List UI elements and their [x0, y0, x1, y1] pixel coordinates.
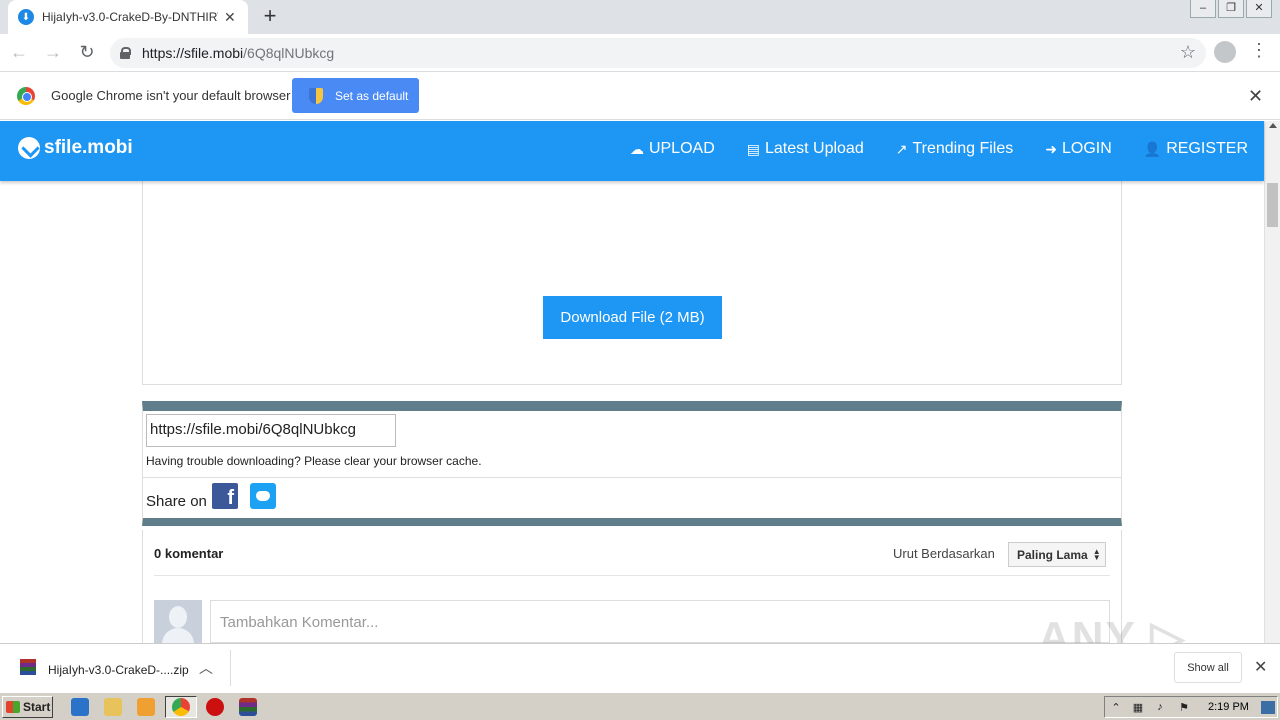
nav-trending-files[interactable]: ↗ Trending Files	[896, 140, 1014, 158]
nav-latest-upload-label: Latest Upload	[764, 140, 864, 157]
sort-label: Urut Berdasarkan	[893, 546, 995, 561]
panel-divider	[143, 477, 1121, 478]
set-as-default-label: Set as default	[335, 88, 409, 103]
line-chart-icon: ↗	[895, 140, 908, 157]
commenter-avatar	[154, 600, 202, 643]
nav-register[interactable]: 👤 REGISTER	[1144, 140, 1248, 158]
chevron-up-icon[interactable]: ︿	[199, 658, 213, 678]
browser-tab[interactable]: ⬇ HijaIyh-v3.0-CrakeD-By-DNTHIRTEE ✕	[8, 0, 248, 34]
set-as-default-button[interactable]: Set as default	[292, 78, 419, 113]
infobar-message: Google Chrome isn't your default browser	[51, 88, 291, 103]
trouble-text: Having trouble downloading? Please clear…	[146, 454, 482, 468]
restore-button[interactable]: ❐	[1218, 0, 1244, 18]
twitter-icon[interactable]	[250, 483, 276, 509]
media-player-icon[interactable]	[137, 698, 155, 716]
tab-strip: ⬇ HijaIyh-v3.0-CrakeD-By-DNTHIRTEE ✕ + –…	[0, 0, 1280, 34]
windows-logo-icon	[6, 701, 20, 713]
site-navbar: sfile.mobi ☁ UPLOAD ▤ Latest Upload ↗ Tr…	[0, 121, 1264, 181]
internet-explorer-icon[interactable]	[71, 698, 89, 716]
chrome-logo-icon	[17, 87, 35, 105]
download-favicon-icon: ⬇	[18, 9, 34, 25]
forward-arrow-icon[interactable]: →	[38, 38, 68, 68]
volume-icon[interactable]: ♪	[1153, 701, 1167, 714]
download-logo-icon	[18, 137, 40, 159]
scroll-thumb[interactable]	[1267, 183, 1278, 227]
windows-taskbar: Start ⌃ ▦ ♪ ⚑ 2:19 PM	[0, 692, 1280, 720]
start-button[interactable]: Start	[2, 696, 53, 718]
show-all-button[interactable]: Show all	[1174, 652, 1242, 683]
show-desktop-icon[interactable]	[1261, 701, 1275, 714]
share-label: Share on	[146, 493, 207, 510]
nav-register-label: REGISTER	[1166, 140, 1248, 157]
shelf-close-icon[interactable]: ✕	[1254, 657, 1267, 677]
opera-icon[interactable]	[206, 698, 224, 716]
browser-toolbar: ← → ↻ https://sfile.mobi/6Q8qlNUbkcg ☆	[0, 34, 1280, 72]
infobar-close-icon[interactable]: ✕	[1248, 86, 1263, 107]
back-arrow-icon[interactable]: ←	[4, 38, 34, 68]
sign-in-icon: ➜	[1045, 140, 1057, 157]
tab-title: HijaIyh-v3.0-CrakeD-By-DNTHIRTEE	[42, 10, 218, 24]
winrar-icon[interactable]	[239, 698, 257, 716]
page-scrollbar[interactable]	[1264, 121, 1280, 643]
chrome-icon	[172, 698, 190, 716]
tab-close-icon[interactable]: ✕	[224, 9, 236, 26]
system-tray: ⌃ ▦ ♪ ⚑	[1104, 696, 1278, 718]
minimize-button[interactable]: –	[1190, 0, 1216, 18]
new-tab-button[interactable]: +	[258, 4, 282, 28]
tray-expand-icon[interactable]: ⌃	[1109, 701, 1123, 714]
comments-divider	[154, 575, 1110, 576]
profile-avatar-icon[interactable]	[1214, 41, 1236, 63]
winrar-archive-icon	[20, 659, 36, 675]
site-brand[interactable]: sfile.mobi	[18, 137, 133, 159]
user-plus-icon: 👤	[1143, 140, 1162, 157]
window-controls: – ❐ ✕	[1188, 0, 1272, 18]
nav-latest-upload[interactable]: ▤ Latest Upload	[747, 140, 864, 158]
network-icon[interactable]: ▦	[1131, 701, 1145, 714]
scroll-up-arrow-icon[interactable]	[1269, 123, 1277, 128]
default-browser-infobar: Google Chrome isn't your default browser…	[0, 72, 1280, 120]
uac-shield-icon	[309, 87, 323, 104]
file-link-field[interactable]: https://sfile.mobi/6Q8qlNUbkcg	[146, 414, 396, 447]
download-shelf: HijaIyh-v3.0-CrakeD-....zip ︿ Show all ✕	[0, 643, 1280, 692]
nav-upload[interactable]: ☁ UPLOAD	[630, 140, 715, 158]
bookmark-star-icon[interactable]: ☆	[1180, 42, 1196, 63]
taskbar-clock[interactable]: 2:19 PM	[1208, 701, 1249, 713]
address-bar[interactable]: https://sfile.mobi/6Q8qlNUbkcg ☆	[110, 38, 1206, 68]
nav-trending-files-label: Trending Files	[912, 140, 1014, 157]
nav-upload-label: UPLOAD	[648, 140, 715, 157]
nav-login-label: LOGIN	[1061, 140, 1112, 157]
download-panel	[142, 181, 1122, 385]
start-label: Start	[23, 700, 51, 714]
list-icon: ▤	[746, 140, 760, 157]
nav-links: ☁ UPLOAD ▤ Latest Upload ↗ Trending File…	[598, 140, 1248, 158]
url-path: /6Q8qlNUbkcg	[243, 45, 335, 61]
brand-name: sfile.mobi	[44, 137, 133, 158]
sort-select[interactable]: Paling Lama ▲ ▼	[1008, 542, 1106, 567]
downloaded-file-name[interactable]: HijaIyh-v3.0-CrakeD-....zip	[48, 663, 189, 677]
cloud-upload-icon: ☁	[629, 140, 644, 157]
comment-count: 0 komentar	[154, 546, 224, 561]
select-arrows-icon: ▲ ▼	[1092, 546, 1101, 562]
lock-icon[interactable]	[120, 47, 131, 59]
folder-icon[interactable]	[104, 698, 122, 716]
facebook-icon[interactable]: f	[212, 483, 238, 509]
sort-select-value: Paling Lama	[1017, 547, 1088, 562]
download-file-button[interactable]: Download File (2 MB)	[543, 296, 722, 339]
nav-login[interactable]: ➜ LOGIN	[1045, 140, 1112, 158]
action-center-flag-icon[interactable]: ⚑	[1177, 701, 1191, 714]
kebab-menu-icon[interactable]: ⋮	[1250, 40, 1268, 61]
comment-input[interactable]: Tambahkan Komentar...	[210, 600, 1110, 643]
close-window-button[interactable]: ✕	[1246, 0, 1272, 18]
reload-icon[interactable]: ↻	[72, 38, 102, 68]
url-host: https://sfile.mobi	[142, 45, 244, 61]
shelf-separator	[230, 650, 231, 686]
